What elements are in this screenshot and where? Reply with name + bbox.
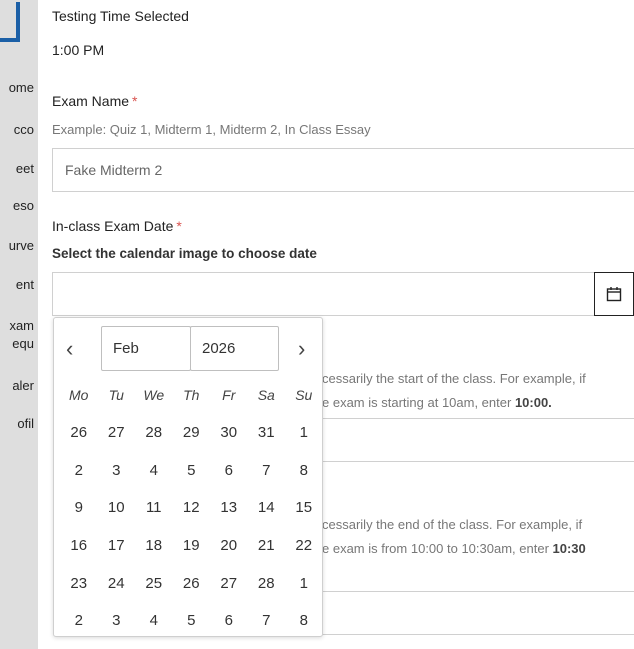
sidebar-item-sheets[interactable]: eet (16, 161, 34, 176)
calendar-day[interactable]: 15 (285, 499, 323, 516)
calendar-day[interactable]: 1 (285, 424, 323, 441)
sidebar-item-accommodations[interactable]: cco (14, 122, 34, 137)
calendar-day[interactable]: 28 (248, 575, 286, 592)
start-time-input[interactable] (312, 418, 634, 462)
calendar-day[interactable]: 2 (60, 462, 98, 479)
exam-date-input[interactable] (52, 272, 595, 316)
sidebar-item-surveys[interactable]: urve (9, 238, 34, 253)
calendar-day[interactable]: 3 (98, 462, 136, 479)
exam-date-label: In-class Exam Date * (52, 218, 182, 234)
calendar-day[interactable]: 7 (248, 612, 286, 629)
chevron-right-icon[interactable]: › (298, 337, 305, 361)
sidebar-item-resources[interactable]: eso (13, 198, 34, 213)
required-mark: * (132, 93, 138, 109)
year-select[interactable]: 2026 (190, 326, 279, 371)
start-time-help-line2: e exam is starting at 10am, enter 10:00. (322, 395, 552, 410)
calendar-day[interactable]: 7 (248, 462, 286, 479)
sidebar-item-home[interactable]: ome (9, 80, 34, 95)
calendar-day[interactable]: 27 (210, 575, 248, 592)
testing-time-label: Testing Time Selected (52, 8, 189, 24)
chevron-left-icon[interactable]: ‹ (66, 337, 73, 361)
calendar-button[interactable] (594, 272, 634, 316)
sidebar-item-exam[interactable]: xam (9, 318, 34, 333)
calendar-day[interactable]: 2 (60, 612, 98, 629)
month-select[interactable]: Feb (101, 326, 191, 371)
calendar-week-row: 26 27 28 29 30 31 1 (60, 414, 323, 452)
sidebar-item-alerts[interactable]: aler (12, 378, 34, 393)
calendar-week-row: 2345678 (60, 602, 323, 640)
calendar-grid: Mo Tu We Th Fr Sa Su 26 27 28 29 30 31 1 2 3 4 5 6 7 8 9 10 11 1… (60, 376, 323, 640)
weekday-label: Mo (69, 386, 89, 403)
weekday-label: Tu (108, 386, 124, 403)
calendar-day[interactable]: 13 (210, 499, 248, 516)
end-time-help-line1: cessarily the end of the class. For exam… (322, 517, 583, 532)
calendar-day[interactable]: 17 (98, 537, 136, 554)
logo (0, 2, 20, 42)
calendar-day[interactable]: 8 (285, 612, 323, 629)
calendar-day[interactable]: 31 (248, 424, 286, 441)
calendar-day[interactable]: 11 (135, 499, 173, 516)
weekday-label: Th (183, 386, 200, 403)
calendar-day[interactable]: 22 (285, 537, 323, 554)
weekday-header: Mo Tu We Th Fr Sa Su (60, 376, 323, 414)
calendar-day[interactable]: 24 (98, 575, 136, 592)
calendar-day[interactable]: 12 (173, 499, 211, 516)
calendar-day[interactable]: 25 (135, 575, 173, 592)
sidebar-item-profile[interactable]: ofil (17, 416, 34, 431)
calendar-day[interactable]: 14 (248, 499, 286, 516)
calendar-day[interactable]: 23 (60, 575, 98, 592)
calendar-week-row: 16 17 18 19 20 21 22 (60, 527, 323, 565)
end-time-help-line2: e exam is from 10:00 to 10:30am, enter 1… (322, 541, 586, 556)
calendar-day[interactable]: 27 (98, 424, 136, 441)
calendar-day[interactable]: 6 (210, 462, 248, 479)
calendar-day[interactable]: 5 (173, 462, 211, 479)
datepicker-popup: ‹ Feb 2026 › Mo Tu We Th Fr Sa Su 26 27 28 29 30 31 1… (53, 317, 323, 637)
calendar-day[interactable]: 19 (173, 537, 211, 554)
calendar-day[interactable]: 4 (135, 612, 173, 629)
testing-time-value: 1:00 PM (52, 42, 105, 58)
exam-name-input[interactable]: Fake Midterm 2 (52, 148, 634, 192)
calendar-day[interactable]: 10 (98, 499, 136, 516)
weekday-label: Su (295, 386, 313, 403)
required-mark: * (176, 218, 182, 234)
exam-name-label: Exam Name * (52, 93, 138, 109)
calendar-day[interactable]: 16 (60, 537, 98, 554)
calendar-week-row: 2345678 (60, 451, 323, 489)
calendar-day[interactable]: 9 (60, 499, 98, 516)
weekday-label: We (143, 386, 165, 403)
calendar-day[interactable]: 4 (135, 462, 173, 479)
calendar-day[interactable]: 26 (60, 424, 98, 441)
calendar-day[interactable]: 6 (210, 612, 248, 629)
exam-name-help: Example: Quiz 1, Midterm 1, Midterm 2, I… (52, 122, 371, 137)
calendar-week-row: 23 24 25 26 27 28 1 (60, 564, 323, 602)
calendar-day[interactable]: 18 (135, 537, 173, 554)
start-time-help-line1: cessarily the start of the class. For ex… (322, 371, 586, 386)
calendar-day[interactable]: 30 (210, 424, 248, 441)
calendar-day[interactable]: 29 (173, 424, 211, 441)
calendar-day[interactable]: 1 (285, 575, 323, 592)
calendar-day[interactable]: 21 (248, 537, 286, 554)
sidebar-item-students[interactable]: ent (16, 277, 34, 292)
weekday-label: Sa (257, 386, 275, 403)
calendar-day[interactable]: 8 (285, 462, 323, 479)
calendar-day[interactable]: 28 (135, 424, 173, 441)
calendar-day[interactable]: 20 (210, 537, 248, 554)
end-time-input[interactable] (312, 591, 634, 635)
calendar-day[interactable]: 3 (98, 612, 136, 629)
calendar-day[interactable]: 5 (173, 612, 211, 629)
exam-date-note: Select the calendar image to choose date (52, 246, 317, 261)
calendar-day[interactable]: 26 (173, 575, 211, 592)
sidebar: ome cco eet eso urve ent xam equ aler of… (0, 0, 38, 649)
calendar-week-row: 9 10 11 12 13 14 15 (60, 489, 323, 527)
calendar-icon (606, 287, 622, 302)
weekday-label: Fr (222, 386, 236, 403)
sidebar-item-requests[interactable]: equ (12, 336, 34, 351)
